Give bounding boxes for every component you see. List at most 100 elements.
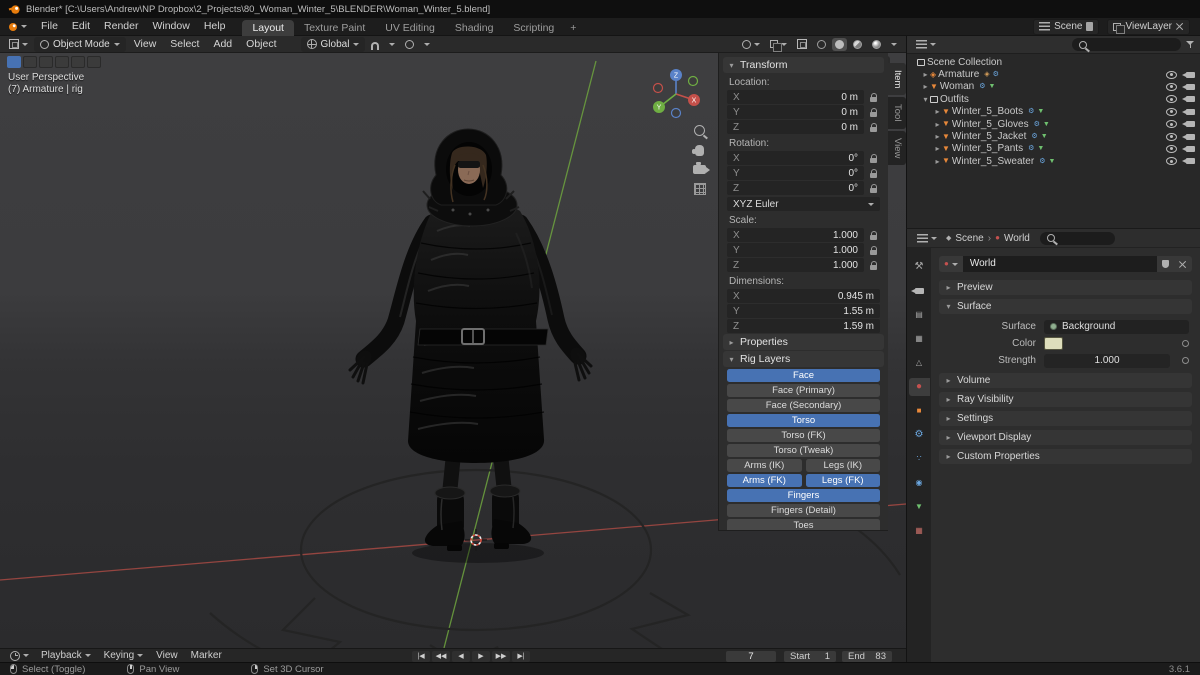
hide-in-viewport-toggle[interactable] [1166,157,1177,165]
editor-type-button[interactable] [6,648,33,663]
tab-item[interactable]: Item [888,63,906,95]
dimensions-y-field[interactable]: Y1.55 m [727,304,880,318]
camera-view-icon[interactable] [693,165,706,174]
outliner-row-winter-5-jacket[interactable]: ▼ Winter_5_Jacket ⚙ ▼ [907,130,1200,142]
animate-dot-icon[interactable] [1182,340,1189,347]
play-button[interactable]: ▶ [472,651,490,662]
tab-texture-properties[interactable]: ▦ [909,522,930,540]
rig-layer-face[interactable]: Face [727,369,880,382]
surface-panel-header[interactable]: Surface [939,299,1192,314]
expand-icon[interactable] [933,132,942,141]
lock-icon[interactable] [870,235,877,240]
tab-viewlayer-properties[interactable]: ▦ [909,330,930,348]
shading-dropdown[interactable] [887,37,901,52]
disable-in-render-toggle[interactable] [1186,158,1195,164]
zoom-icon[interactable] [694,125,705,136]
tab-layout[interactable]: Layout [242,20,294,36]
disable-in-render-toggle[interactable] [1186,72,1195,78]
outliner-row-winter-5-sweater[interactable]: ▼ Winter_5_Sweater ⚙ ▼ [907,155,1200,167]
volume-panel-header[interactable]: Volume [939,373,1192,388]
xray-toggle[interactable] [793,37,811,52]
mode-dropdown[interactable]: Object Mode [34,37,126,52]
lock-icon[interactable] [870,250,877,255]
cursor-tool-button[interactable] [71,56,85,68]
rig-layers-panel-header[interactable]: Rig Layers [723,351,884,367]
frame-start-field[interactable]: Start 1 [784,651,836,662]
tab-tool[interactable]: Tool [888,97,906,128]
lock-icon[interactable] [870,112,877,117]
next-keyframe-button[interactable]: ▶▶ [492,651,510,662]
tab-output-properties[interactable]: ▤ [909,306,930,324]
location-z-field[interactable]: Z0 m [727,120,864,134]
disable-in-render-toggle[interactable] [1186,146,1195,152]
outliner-row-winter-5-boots[interactable]: ▼ Winter_5_Boots ⚙ ▼ [907,106,1200,118]
breadcrumb-scene[interactable]: Scene [955,233,983,244]
tab-physics-properties[interactable]: ◉ [909,474,930,492]
pan-hand-icon[interactable] [695,145,704,156]
outliner-row-armature[interactable]: ◈ Armature ◈ ⚙ [907,68,1200,80]
disable-in-render-toggle[interactable] [1186,96,1195,102]
editor-type-button[interactable] [913,231,941,246]
tab-texture-paint[interactable]: Texture Paint [294,20,375,36]
expand-icon[interactable] [921,82,930,91]
gizmos-dropdown[interactable] [738,37,764,52]
location-y-field[interactable]: Y0 m [727,105,864,119]
strength-slider[interactable]: 1.000 [1044,354,1170,368]
scale-z-field[interactable]: Z1.000 [727,258,864,272]
transform-tool-button[interactable] [87,56,101,68]
editor-type-button[interactable] [5,37,32,52]
menu-edit[interactable]: Edit [65,18,97,35]
menu-keying[interactable]: Keying [99,650,149,661]
frame-end-field[interactable]: End 83 [842,651,892,662]
rotation-x-field[interactable]: X0° [727,151,864,165]
tab-modifier-properties[interactable]: ⚙ [909,426,930,444]
menu-help[interactable]: Help [197,18,233,35]
hide-in-viewport-toggle[interactable] [1166,83,1177,91]
rotation-z-field[interactable]: Z0° [727,181,864,195]
menu-select[interactable]: Select [164,36,205,53]
scale-y-field[interactable]: Y1.000 [727,243,864,257]
tab-uv-editing[interactable]: UV Editing [375,20,445,36]
tab-view[interactable]: View [888,131,906,165]
tab-render-properties[interactable] [909,282,930,300]
rig-layer-toes[interactable]: Toes [727,519,880,531]
dimensions-x-field[interactable]: X0.945 m [727,289,880,303]
rotation-mode-dropdown[interactable]: XYZ Euler [727,197,880,211]
snap-toggle[interactable] [367,37,383,52]
properties-search-input[interactable] [1040,232,1115,245]
rig-layer-face-secondary[interactable]: Face (Secondary) [727,399,880,412]
menu-file[interactable]: File [34,18,65,35]
collapse-icon[interactable] [921,95,930,104]
rig-layer-face-primary[interactable]: Face (Primary) [727,384,880,397]
transform-panel-header[interactable]: Transform [723,57,884,73]
animate-dot-icon[interactable] [1182,357,1189,364]
menu-marker[interactable]: Marker [186,650,227,661]
expand-icon[interactable] [933,144,942,153]
settings-panel-header[interactable]: Settings [939,411,1192,426]
new-scene-icon[interactable] [1086,22,1093,31]
disable-in-render-toggle[interactable] [1186,109,1195,115]
jump-to-end-button[interactable]: ▶| [512,651,530,662]
rig-layer-torso-tweak[interactable]: Torso (Tweak) [727,444,880,457]
dimensions-z-field[interactable]: Z1.59 m [727,319,880,333]
menu-object[interactable]: Object [240,36,282,53]
outliner-search-input[interactable] [1072,38,1181,51]
hide-in-viewport-toggle[interactable] [1166,71,1177,79]
orientation-dropdown[interactable]: Global [301,37,366,52]
lock-icon[interactable] [870,97,877,102]
expand-icon[interactable] [921,70,930,79]
menu-render[interactable]: Render [97,18,145,35]
lock-icon[interactable] [870,173,877,178]
shading-material-button[interactable] [849,37,866,52]
add-workspace-button[interactable]: + [564,20,582,36]
lock-icon[interactable] [870,188,877,193]
toggle-ortho-icon[interactable] [694,183,706,195]
rig-layer-arms-ik[interactable]: Arms (IK) [727,459,802,472]
tab-scene-properties[interactable]: △ [909,354,930,372]
disable-in-render-toggle[interactable] [1186,84,1195,90]
editor-type-button[interactable] [912,37,940,52]
scale-x-field[interactable]: X1.000 [727,228,864,242]
tab-particles-properties[interactable]: ∵ [909,450,930,468]
hide-in-viewport-toggle[interactable] [1166,133,1177,141]
lock-icon[interactable] [870,265,877,270]
